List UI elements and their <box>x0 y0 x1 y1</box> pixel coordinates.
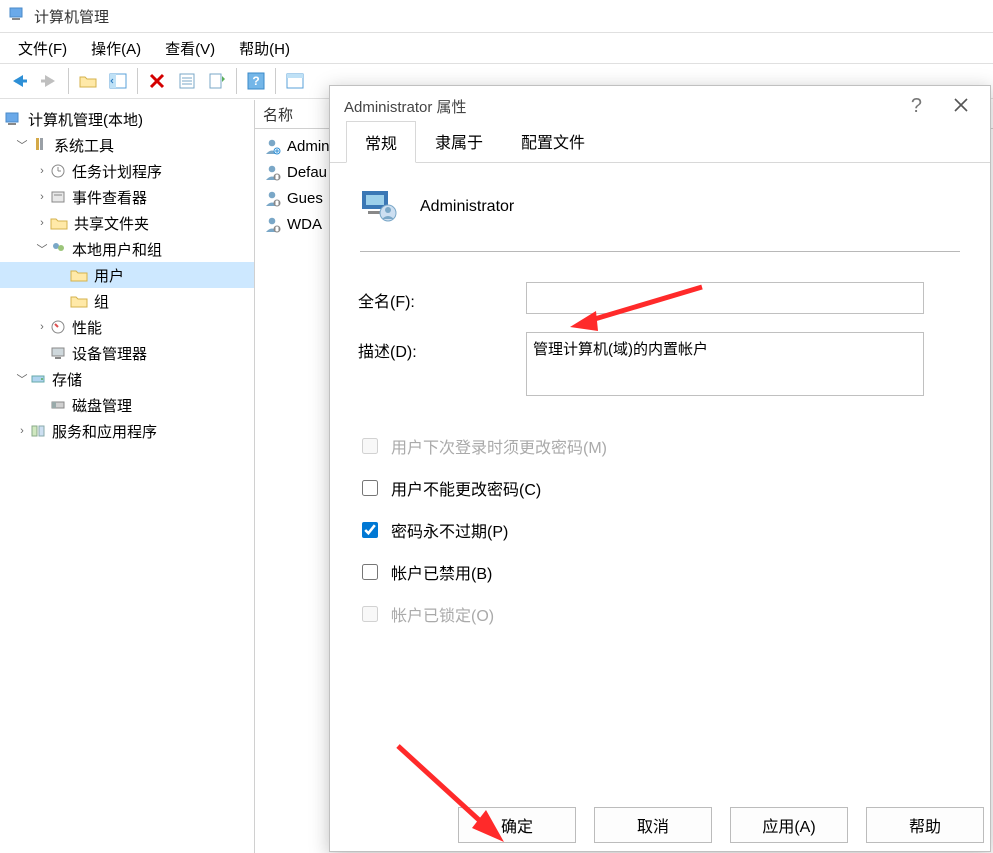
checkbox-icon[interactable] <box>362 480 378 496</box>
check-password-never-expires[interactable]: 密码永不过期(P) <box>358 518 962 542</box>
dialog-button-bar: 确定 取消 应用(A) 帮助 <box>330 807 990 851</box>
checkbox-icon[interactable] <box>362 522 378 538</box>
chevron-right-icon[interactable]: › <box>34 321 50 333</box>
menu-bar: 文件(F) 操作(A) 查看(V) 帮助(H) <box>0 33 993 63</box>
tree-storage[interactable]: ﹀ 存储 <box>0 366 254 392</box>
tree-system-tools[interactable]: ﹀ 系统工具 <box>0 132 254 158</box>
window-title-bar: 计算机管理 <box>0 0 993 33</box>
menu-help[interactable]: 帮助(H) <box>227 34 302 63</box>
tab-general[interactable]: 常规 <box>346 121 416 163</box>
back-button[interactable] <box>4 66 34 96</box>
refresh-button[interactable] <box>280 66 310 96</box>
checkbox-icon <box>362 438 378 454</box>
description-label: 描述(D): <box>358 332 526 362</box>
dialog-title: Administrator 属性 <box>344 96 467 117</box>
console-tree[interactable]: 计算机管理(本地) ﹀ 系统工具 › 任务计划程序 › 事件查看器 › 共享文件… <box>0 100 255 853</box>
tree-services-apps[interactable]: › 服务和应用程序 <box>0 418 254 444</box>
check-account-disabled[interactable]: 帐户已禁用(B) <box>358 560 962 584</box>
tab-profile[interactable]: 配置文件 <box>502 120 604 162</box>
app-icon <box>8 5 26 27</box>
tree-disk-management[interactable]: 磁盘管理 <box>0 392 254 418</box>
username-label: Administrator <box>420 198 514 216</box>
forward-button[interactable] <box>34 66 64 96</box>
properties-button[interactable] <box>172 66 202 96</box>
full-name-label: 全名(F): <box>358 282 526 312</box>
tree-task-scheduler[interactable]: › 任务计划程序 <box>0 158 254 184</box>
tree-local-users-groups[interactable]: ﹀ 本地用户和组 <box>0 236 254 262</box>
checkbox-icon <box>362 606 378 622</box>
tree-users[interactable]: 用户 <box>0 262 254 288</box>
tree-performance[interactable]: › 性能 <box>0 314 254 340</box>
delete-button[interactable] <box>142 66 172 96</box>
tree-shared-folders[interactable]: › 共享文件夹 <box>0 210 254 236</box>
window-title: 计算机管理 <box>34 6 109 27</box>
help-button[interactable]: 帮助 <box>866 807 984 843</box>
divider <box>360 251 960 252</box>
close-icon[interactable] <box>946 92 976 121</box>
full-name-input[interactable] <box>526 282 924 314</box>
chevron-right-icon[interactable]: › <box>34 217 50 229</box>
chevron-right-icon[interactable]: › <box>34 165 50 177</box>
check-must-change-password: 用户下次登录时须更改密码(M) <box>358 434 962 458</box>
chevron-down-icon[interactable]: ﹀ <box>34 241 50 257</box>
user-avatar-icon <box>358 185 398 229</box>
apply-button[interactable]: 应用(A) <box>730 807 848 843</box>
tree-device-manager[interactable]: 设备管理器 <box>0 340 254 366</box>
export-list-button[interactable] <box>202 66 232 96</box>
up-one-level-button[interactable] <box>73 66 103 96</box>
chevron-down-icon[interactable]: ﹀ <box>14 371 30 387</box>
chevron-down-icon[interactable]: ﹀ <box>14 137 30 153</box>
tree-root[interactable]: 计算机管理(本地) <box>0 106 254 132</box>
check-cannot-change-password[interactable]: 用户不能更改密码(C) <box>358 476 962 500</box>
menu-file[interactable]: 文件(F) <box>6 34 79 63</box>
chevron-right-icon[interactable]: › <box>34 191 50 203</box>
dialog-help-button[interactable]: ? <box>911 95 922 118</box>
show-hide-tree-button[interactable] <box>103 66 133 96</box>
checkbox-icon[interactable] <box>362 564 378 580</box>
help-button[interactable]: ? <box>241 66 271 96</box>
chevron-right-icon[interactable]: › <box>14 425 30 437</box>
menu-view[interactable]: 查看(V) <box>153 34 227 63</box>
dialog-tabs: 常规 隶属于 配置文件 <box>330 126 990 163</box>
tree-groups[interactable]: 组 <box>0 288 254 314</box>
menu-action[interactable]: 操作(A) <box>79 34 153 63</box>
tab-member-of[interactable]: 隶属于 <box>416 120 502 162</box>
svg-text:?: ? <box>252 74 259 88</box>
description-input[interactable] <box>526 332 924 396</box>
ok-button[interactable]: 确定 <box>458 807 576 843</box>
check-account-locked: 帐户已锁定(O) <box>358 602 962 626</box>
cancel-button[interactable]: 取消 <box>594 807 712 843</box>
tree-event-viewer[interactable]: › 事件查看器 <box>0 184 254 210</box>
properties-dialog: Administrator 属性 ? 常规 隶属于 配置文件 <box>329 85 991 852</box>
